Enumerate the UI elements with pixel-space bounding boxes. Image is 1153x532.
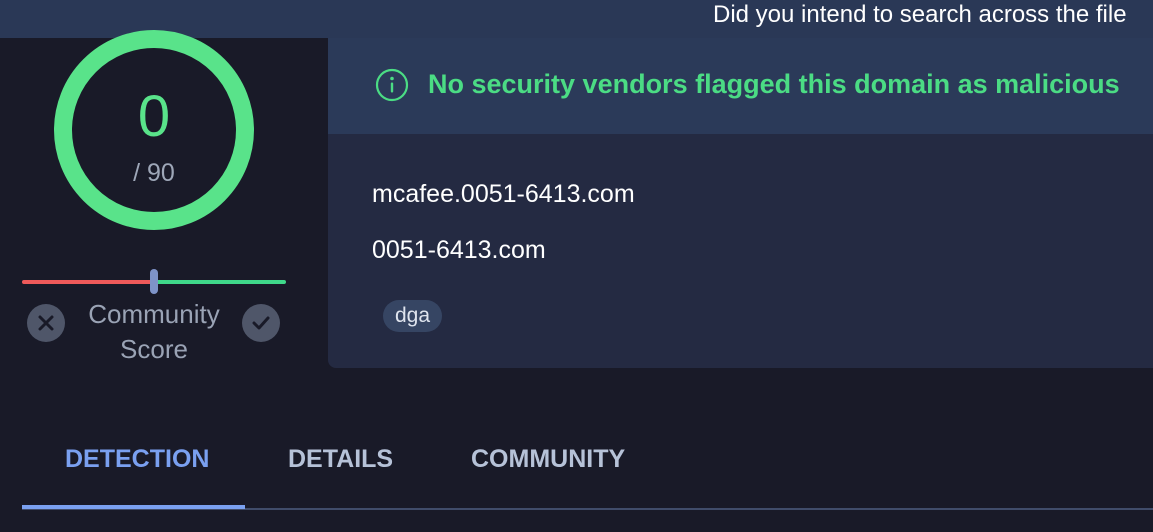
community-score-label-line2: Score	[120, 334, 188, 364]
domain-name[interactable]: mcafee.0051-6413.com	[372, 178, 635, 210]
info-icon	[375, 68, 409, 102]
community-score-label-line1: Community	[88, 299, 220, 329]
close-icon	[38, 315, 54, 331]
domain-summary-card: No security vendors flagged this domain …	[328, 38, 1153, 368]
detection-score-ring: 0 / 90	[54, 30, 254, 230]
tab-details[interactable]: DETAILS	[288, 440, 393, 478]
community-score-label: Community Score	[69, 297, 239, 367]
tab-community[interactable]: COMMUNITY	[471, 440, 625, 478]
vote-harmful-button[interactable]	[27, 304, 65, 342]
detection-score-value: 0	[137, 84, 171, 149]
report-tabs: DETECTION DETAILS COMMUNITY	[22, 420, 1153, 510]
detection-score-total: / 90	[133, 159, 175, 187]
tab-detection[interactable]: DETECTION	[65, 440, 209, 478]
parent-domain-link[interactable]: 0051-6413.com	[372, 234, 546, 266]
community-score-track-positive	[154, 280, 286, 284]
search-suggestion-text[interactable]: Did you intend to search across the file	[713, 0, 1127, 30]
checkmark-icon	[252, 316, 270, 330]
community-score-handle	[150, 269, 158, 294]
verdict-banner: No security vendors flagged this domain …	[328, 38, 1153, 134]
vote-harmless-button[interactable]	[242, 304, 280, 342]
community-score-track-negative	[22, 280, 154, 284]
verdict-message: No security vendors flagged this domain …	[428, 69, 1120, 99]
tag-chip[interactable]: dga	[383, 300, 443, 332]
active-tab-indicator	[22, 505, 245, 509]
